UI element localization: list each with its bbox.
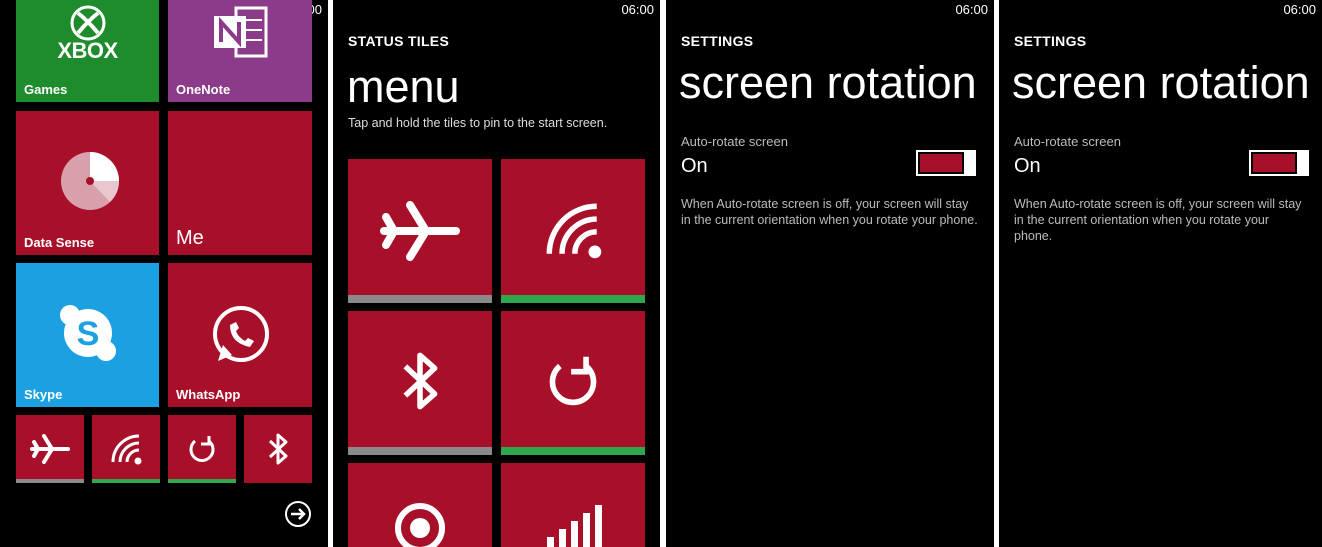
auto-rotate-toggle[interactable] [916,150,978,176]
auto-rotate-state: On [1014,155,1041,177]
tile-wifi[interactable] [501,159,645,303]
auto-rotate-toggle[interactable] [1249,150,1311,176]
wifi-icon [111,434,142,465]
status-bar-off [16,479,84,483]
tile-skype[interactable]: S Skype [16,263,159,407]
status-bar-on [501,295,645,303]
auto-rotate-description: When Auto-rotate screen is off, your scr… [681,197,978,227]
small-tile-wifi[interactable] [92,415,160,483]
status-bar-on [168,479,236,483]
tile-label: Skype [24,387,63,402]
onenote-icon [214,6,268,58]
toggle-fill [920,154,962,172]
toggle-fill [1253,154,1295,172]
tile-games[interactable]: XBOX Games [16,0,159,102]
start-screen-panel: 06:00 XBOX Games OneNote Data Sense Me [0,0,328,547]
auto-rotate-label: Auto-rotate screen [1014,134,1121,149]
tile-cellular[interactable] [501,463,645,547]
status-bar-on [501,447,645,455]
page-title: screen rotation [1012,57,1310,108]
status-clock: 06:00 [621,2,654,17]
small-tile-rotation[interactable] [168,415,236,483]
status-bar-off [348,447,492,455]
tile-label: Games [24,82,68,97]
xbox-icon [70,5,106,41]
rotation-icon [189,436,215,462]
tile-location[interactable] [348,463,492,547]
tile-data-sense[interactable]: Data Sense [16,111,159,255]
rotation-icon [549,356,597,406]
small-tile-airplane[interactable] [16,415,84,483]
tile-bluetooth[interactable] [348,311,492,455]
status-bar-off [348,295,492,303]
xbox-logo-text: XBOX [57,38,118,63]
airplane-icon [30,434,70,464]
tile-whatsapp[interactable]: WhatsApp [168,263,312,407]
tile-rotation[interactable] [501,311,645,455]
wifi-icon [546,203,602,259]
tile-airplane-mode[interactable] [348,159,492,303]
page-title: menu [347,61,460,112]
bluetooth-icon [268,433,288,465]
screen-rotation-settings-panel-2: 06:00 SETTINGS screen rotation Auto-rota… [999,0,1322,547]
auto-rotate-state: On [681,155,708,177]
toggle-thumb[interactable] [964,150,976,176]
tile-label: WhatsApp [176,387,241,402]
airplane-icon [380,201,460,261]
arrow-right-circle-icon[interactable] [284,500,312,528]
location-icon [395,503,445,547]
status-tiles-panel: 06:00 STATUS TILES menu Tap and hold the… [333,0,660,547]
tile-label: Me [176,227,204,249]
data-sense-pie-icon [61,152,119,210]
skype-icon: S [60,305,116,361]
status-clock: 06:00 [955,2,988,17]
tile-label: OneNote [176,82,231,97]
section-header: SETTINGS [681,33,754,49]
toggle-thumb[interactable] [1297,150,1309,176]
auto-rotate-description: When Auto-rotate screen is off, your scr… [1014,197,1302,243]
whatsapp-icon [213,306,269,362]
svg-text:S: S [77,315,100,353]
section-header: SETTINGS [1014,33,1087,49]
page-title: screen rotation [679,57,977,108]
instruction-text: Tap and hold the tiles to pin to the sta… [348,116,608,130]
small-tile-bluetooth[interactable] [244,415,312,483]
tile-onenote[interactable]: OneNote [168,0,312,102]
status-bar-on [92,479,160,483]
status-clock: 06:00 [1283,2,1316,17]
tile-me[interactable]: Me [168,111,312,255]
auto-rotate-label: Auto-rotate screen [681,134,788,149]
bluetooth-icon [403,352,438,410]
signal-strength-icon [547,505,602,547]
screen-rotation-settings-panel: 06:00 SETTINGS screen rotation Auto-rota… [666,0,994,547]
tile-label: Data Sense [24,235,95,250]
section-header: STATUS TILES [348,33,450,49]
